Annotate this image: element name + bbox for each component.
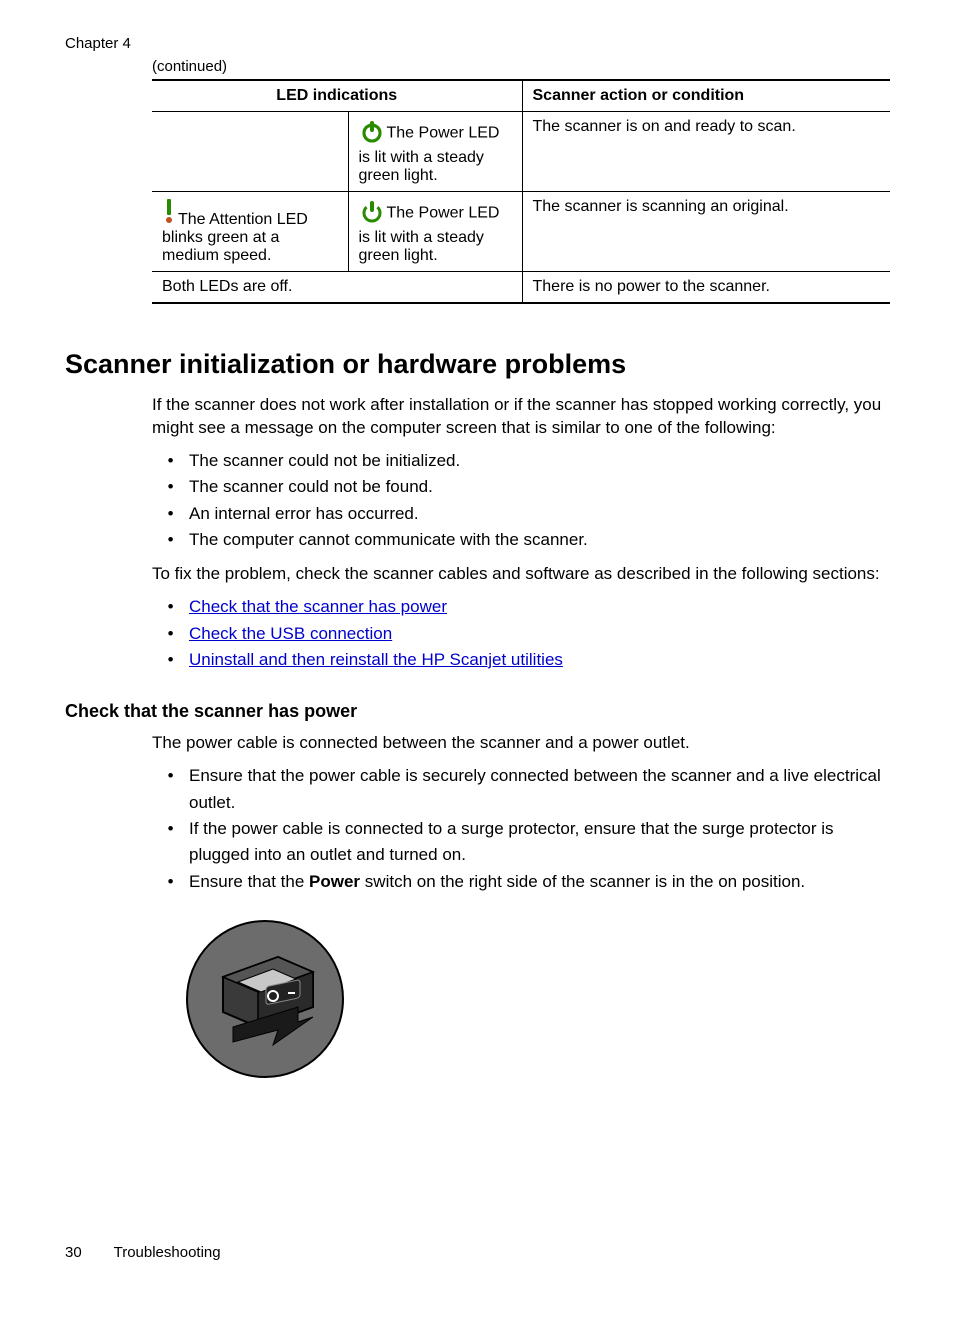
fix-links-list: Check that the scanner has power Check t…: [183, 594, 889, 673]
page-footer: 30 Troubleshooting: [65, 1244, 221, 1261]
cell-condition-3: There is no power to the scanner.: [522, 272, 890, 304]
table-row: The Power LED is lit with a steady green…: [152, 112, 890, 192]
power-paragraph: The power cable is connected between the…: [152, 732, 889, 755]
cell-condition-1: The scanner is on and ready to scan.: [522, 112, 890, 192]
chapter-label: Chapter 4: [65, 35, 889, 52]
cell-attention-led: The Attention LED blinks green at a medi…: [152, 192, 348, 272]
cell-attention-empty: [152, 112, 348, 192]
led-indications-table: LED indications Scanner action or condit…: [152, 79, 890, 304]
attention-led-icon: [162, 198, 176, 229]
list-item: Uninstall and then reinstall the HP Scan…: [183, 647, 889, 673]
cell-condition-2: The scanner is scanning an original.: [522, 192, 890, 272]
error-messages-list: The scanner could not be initialized. Th…: [183, 448, 889, 553]
power-steps-list: Ensure that the power cable is securely …: [183, 763, 889, 895]
link-check-usb[interactable]: Check the USB connection: [189, 624, 392, 643]
link-reinstall-utilities[interactable]: Uninstall and then reinstall the HP Scan…: [189, 650, 563, 669]
list-item: The scanner could not be initialized.: [183, 448, 889, 474]
table-header-led: LED indications: [152, 80, 522, 112]
intro-paragraph: If the scanner does not work after insta…: [152, 394, 889, 440]
power-icon: [359, 198, 385, 229]
page-number: 30: [65, 1244, 82, 1261]
list-item: Check that the scanner has power: [183, 594, 889, 620]
power-switch-graphic: [183, 917, 889, 1087]
fix-paragraph: To fix the problem, check the scanner ca…: [152, 563, 889, 586]
cell-power-led-1: The Power LED is lit with a steady green…: [348, 112, 522, 192]
link-check-power[interactable]: Check that the scanner has power: [189, 597, 447, 616]
power-icon: [359, 118, 385, 149]
list-item: Ensure that the Power switch on the righ…: [183, 869, 889, 895]
list-item: Check the USB connection: [183, 621, 889, 647]
list-item: The computer cannot communicate with the…: [183, 527, 889, 553]
cell-text: The Attention LED blinks green at a medi…: [162, 211, 308, 264]
list-item: Ensure that the power cable is securely …: [183, 763, 889, 816]
table-row: The Attention LED blinks green at a medi…: [152, 192, 890, 272]
continued-label: (continued): [152, 58, 889, 75]
cell-both-off: Both LEDs are off.: [152, 272, 522, 304]
table-header-action: Scanner action or condition: [522, 80, 890, 112]
list-item: The scanner could not be found.: [183, 474, 889, 500]
heading-check-power: Check that the scanner has power: [65, 701, 889, 722]
heading-scanner-init: Scanner initialization or hardware probl…: [65, 349, 889, 380]
cell-power-led-2: The Power LED is lit with a steady green…: [348, 192, 522, 272]
text-fragment: switch on the right side of the scanner …: [360, 872, 805, 891]
list-item: An internal error has occurred.: [183, 501, 889, 527]
text-fragment: Ensure that the: [189, 872, 309, 891]
list-item: If the power cable is connected to a sur…: [183, 816, 889, 869]
footer-section: Troubleshooting: [114, 1244, 221, 1261]
table-row: Both LEDs are off. There is no power to …: [152, 272, 890, 304]
bold-power: Power: [309, 872, 360, 891]
